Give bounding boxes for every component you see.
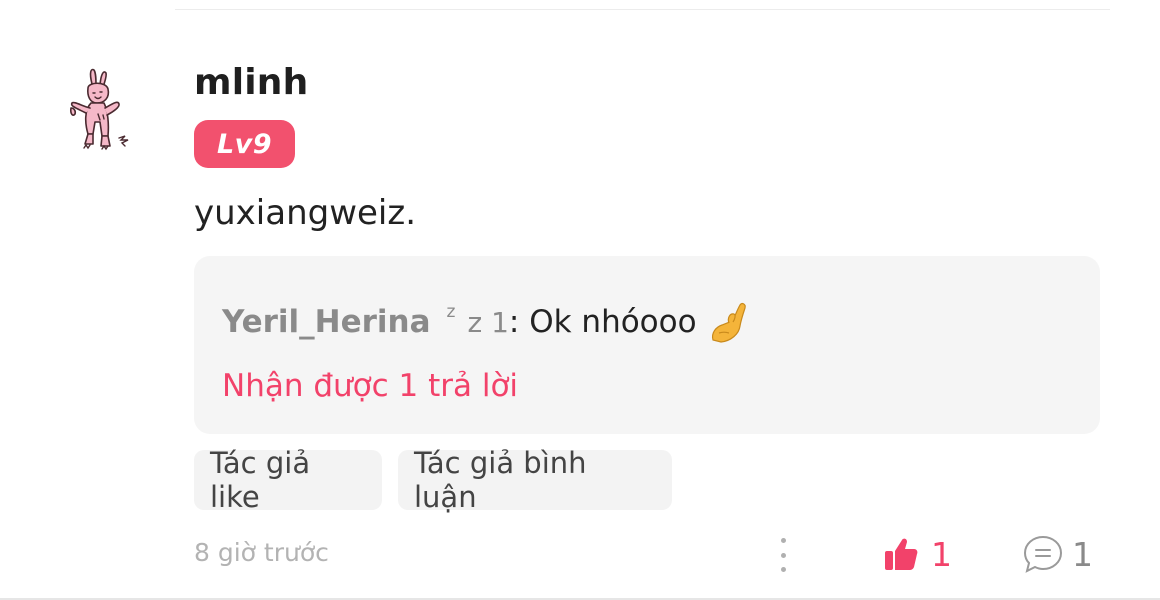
reply-author-suffix-text: z 1 <box>467 305 509 339</box>
like-button[interactable]: 1 <box>883 532 952 576</box>
user-avatar[interactable] <box>62 66 140 162</box>
reply-author-suffix: z z 1 <box>447 302 509 339</box>
timestamp: 8 giờ trước <box>194 538 329 567</box>
more-dot-icon <box>780 538 786 543</box>
author-like-tag: Tác giả like <box>194 446 382 514</box>
comment-count: 1 <box>1072 534 1093 574</box>
reply-preview-box[interactable]: Yeril_Herina z z 1 : Ok nhóooo Nhận được … <box>194 256 1100 434</box>
reply-button[interactable]: 1 <box>1022 532 1093 576</box>
rabbit-avatar-icon <box>70 68 129 151</box>
reply-separator: : <box>508 304 520 340</box>
like-count: 1 <box>931 534 952 574</box>
reply-author-suffix-sup: z <box>446 302 456 323</box>
author-comment-tag: Tác giả bình luận <box>398 446 672 514</box>
comment-text: yuxiangweiz. <box>194 193 417 233</box>
reply-author[interactable]: Yeril_Herina <box>222 304 431 340</box>
more-options-button[interactable] <box>770 538 796 572</box>
level-badge: Lv9 <box>194 120 295 168</box>
view-replies-link[interactable]: Nhận được 1 trả lời <box>222 368 518 404</box>
more-dot-icon <box>780 567 786 572</box>
username[interactable]: mlinh <box>194 62 308 103</box>
reply-text: Ok nhóooo <box>519 304 697 340</box>
thumbs-up-icon <box>885 538 918 570</box>
more-dot-icon <box>780 552 786 558</box>
reply-preview-line: Yeril_Herina z z 1 : Ok nhóooo <box>222 300 749 344</box>
comment-bubble-icon <box>1023 535 1063 573</box>
pinched-fingers-emoji-icon <box>707 300 749 344</box>
top-divider <box>175 9 1110 10</box>
